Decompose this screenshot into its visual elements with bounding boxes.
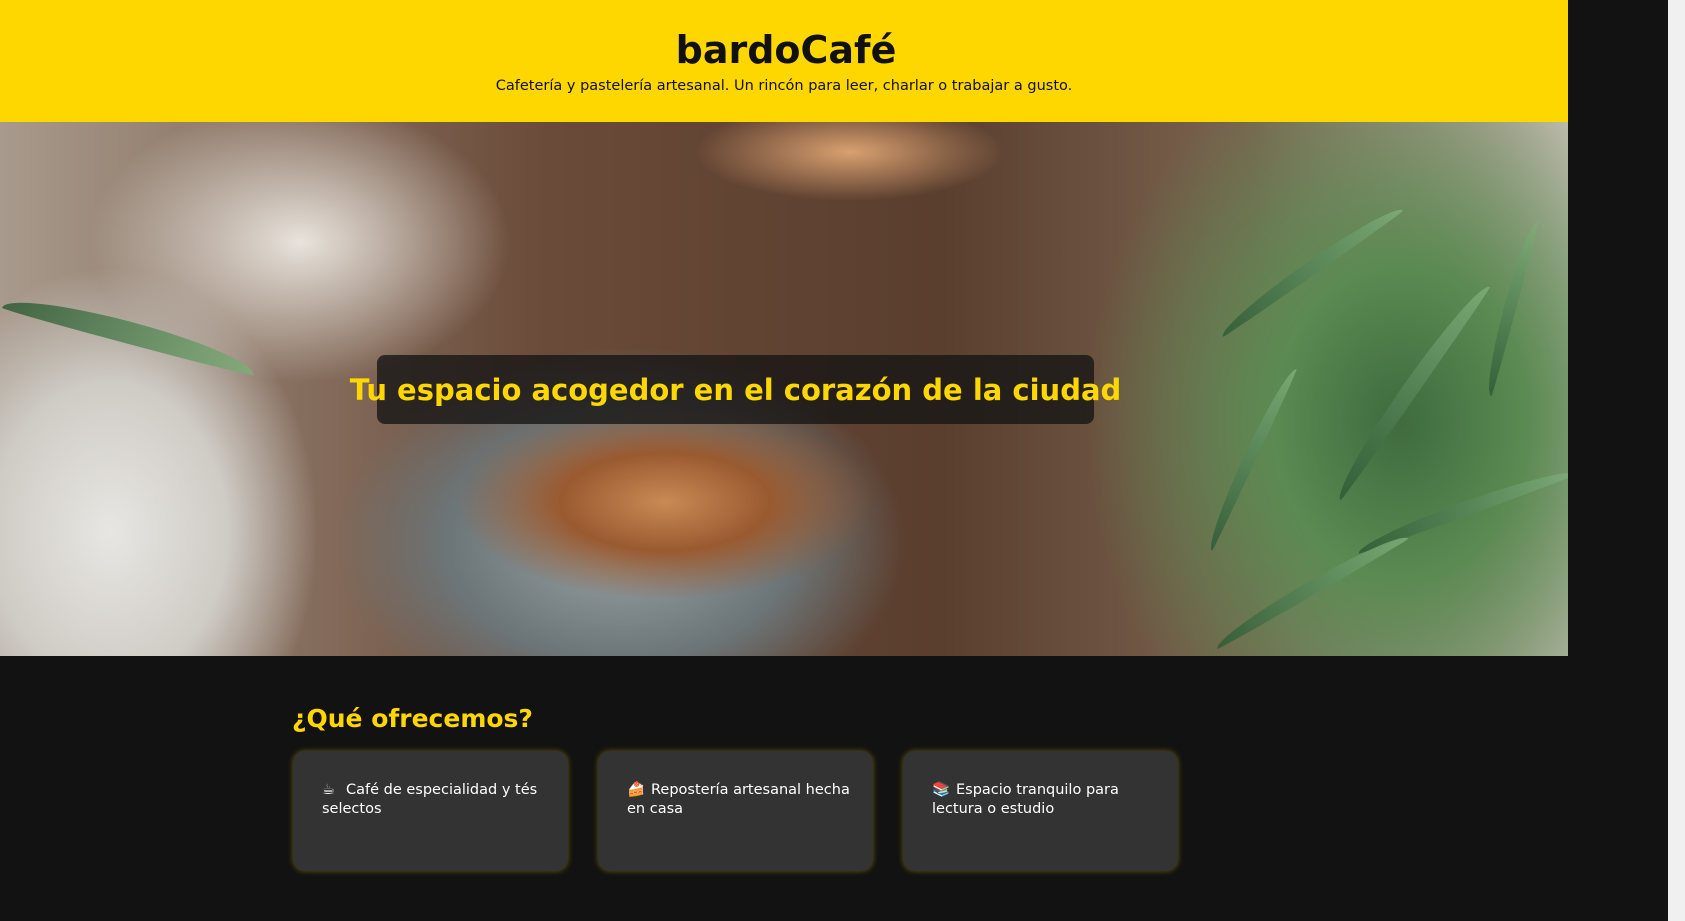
plant-leaf: [1, 288, 259, 378]
offers-title: ¿Qué ofrecemos?: [292, 704, 533, 733]
offer-card-text: Café de especialidad y tés selectos: [322, 782, 538, 817]
plant-leaf: [1211, 527, 1409, 651]
plant-leaf: [1202, 364, 1298, 552]
hero-banner: Tu espacio acogedor en el corazón de la …: [350, 355, 1121, 424]
offer-card-text: Espacio tranquilo para lectura o estudio: [932, 782, 1119, 817]
plant-leaf: [1354, 463, 1568, 555]
offer-card-study: 📚 Espacio tranquilo para lectura o estudi…: [903, 751, 1178, 871]
hero-section: Tu espacio acogedor en el corazón de la …: [0, 122, 1568, 656]
page: bardoCafé Cafetería y pastelería artesan…: [0, 0, 1568, 921]
page-scrollbar[interactable]: [1668, 0, 1685, 921]
offers-section: ¿Qué ofrecemos? ☕ Café de especialidad y …: [0, 656, 1568, 921]
site-title: bardoCafé: [675, 28, 897, 72]
site-tagline: Cafetería y pastelería artesanal. Un rin…: [495, 78, 1073, 94]
plant-leaf: [1480, 219, 1540, 397]
hero-heading: Tu espacio acogedor en el corazón de la …: [349, 372, 1122, 407]
offer-card-coffee: ☕ Café de especialidad y tés selectos: [293, 751, 568, 871]
books-icon: 📚: [932, 782, 951, 798]
offer-card-text: Repostería artesanal hecha en casa: [627, 782, 850, 817]
plant-leaf: [1328, 278, 1492, 502]
site-header: bardoCafé Cafetería y pastelería artesan…: [0, 0, 1568, 122]
plant-leaf: [1215, 200, 1405, 338]
cake-icon: 🍰: [627, 782, 646, 798]
coffee-icon: ☕: [322, 782, 335, 798]
offer-card-pastry: 🍰 Repostería artesanal hecha en casa: [598, 751, 873, 871]
